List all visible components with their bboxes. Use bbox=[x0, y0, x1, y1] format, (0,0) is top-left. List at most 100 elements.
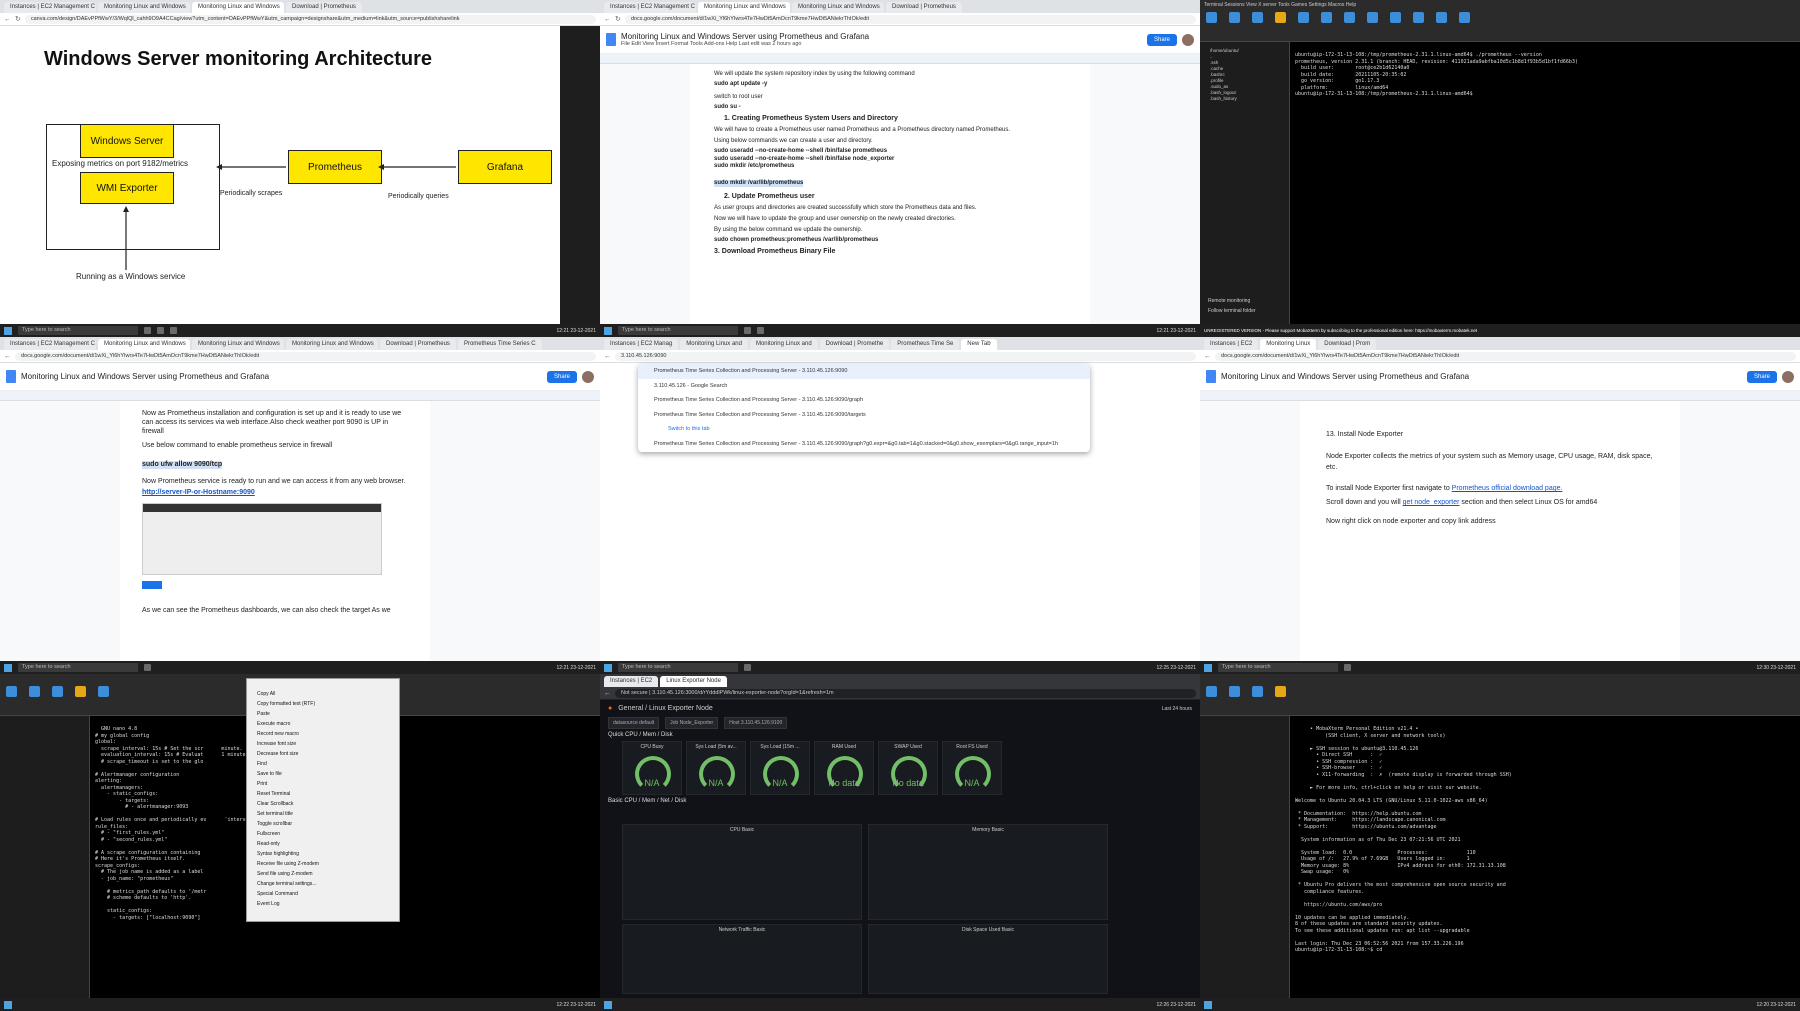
context-menu-item[interactable]: Record new macro bbox=[247, 729, 399, 739]
datasource-select[interactable]: datasource default bbox=[608, 717, 660, 729]
tab[interactable]: Download | Prometheus bbox=[380, 339, 456, 350]
url-field[interactable]: canva.com/design/DAEvPPfWwY/3/WqlQl_cahh… bbox=[24, 14, 596, 24]
sidebar-file[interactable]: .bash_history bbox=[1200, 96, 1289, 102]
unregistered-banner[interactable]: UNREGISTERED VERSION - Please support Mo… bbox=[1204, 328, 1477, 333]
games-icon[interactable] bbox=[1275, 686, 1286, 697]
taskbar-app-icon[interactable] bbox=[144, 664, 151, 671]
share-button[interactable]: Share bbox=[1146, 33, 1177, 46]
doc-link[interactable]: http://server-IP-or-Hostname:9090 bbox=[142, 489, 408, 497]
windows-start-icon[interactable] bbox=[1204, 663, 1212, 672]
tab[interactable]: Monitoring Linux and Windows bbox=[698, 2, 790, 13]
windows-start-icon[interactable] bbox=[1204, 1000, 1212, 1009]
tab[interactable]: Download | Prom bbox=[1318, 339, 1377, 350]
context-menu-item[interactable]: Set terminal title bbox=[247, 809, 399, 819]
windows-start-icon[interactable] bbox=[604, 326, 612, 335]
windows-start-icon[interactable] bbox=[4, 1000, 12, 1009]
tab[interactable]: Monitoring Linux and Windows bbox=[792, 2, 884, 13]
tab[interactable]: Monitoring Linux and bbox=[749, 339, 818, 350]
omnibox-suggestion[interactable]: Prometheus Time Series Collection and Pr… bbox=[638, 393, 1090, 408]
tunneling-icon[interactable] bbox=[1390, 12, 1401, 23]
disk-panel[interactable]: Disk Space Used Basic bbox=[868, 924, 1108, 994]
session-icon[interactable] bbox=[1206, 686, 1217, 697]
url-field[interactable]: docs.google.com/document/d/1wXi_Yl6hYIwr… bbox=[624, 14, 1196, 24]
moba-menu[interactable]: Terminal Sessions View X server Tools Ga… bbox=[1200, 0, 1800, 10]
context-menu-item[interactable]: Special Command bbox=[247, 889, 399, 899]
network-panel[interactable]: Network Traffic Basic bbox=[622, 924, 862, 994]
tab[interactable]: Instances | EC2 Manag bbox=[604, 339, 679, 350]
context-menu-item[interactable]: Paste bbox=[247, 709, 399, 719]
windows-start-icon[interactable] bbox=[4, 663, 12, 672]
docs-toolbar[interactable] bbox=[1200, 391, 1800, 401]
reload-icon[interactable]: ↻ bbox=[15, 15, 21, 23]
context-menu-item[interactable]: Copy formatted text (RTF) bbox=[247, 699, 399, 709]
tab[interactable]: Monitoring Linux bbox=[1260, 339, 1317, 350]
memory-basic-panel[interactable]: Memory Basic bbox=[868, 824, 1108, 920]
doc-page[interactable]: 13. Install Node Exporter Node Exporter … bbox=[1300, 401, 1680, 661]
tab[interactable]: Download | Prometheus bbox=[286, 2, 362, 13]
help-icon[interactable] bbox=[1459, 12, 1470, 23]
tab[interactable]: Instances | EC2 Management C bbox=[4, 339, 96, 350]
gauge-panel[interactable]: RAM Used No data bbox=[814, 741, 874, 795]
row-basic[interactable]: Basic CPU / Mem / Net / Disk bbox=[600, 795, 1200, 807]
tab[interactable]: Instances | EC2 Management C bbox=[4, 2, 96, 13]
context-menu-item[interactable]: Syntax highlighting bbox=[247, 849, 399, 859]
switch-tab-button[interactable]: Switch to this tab bbox=[638, 422, 1090, 437]
url-field[interactable]: docs.google.com/document/d/1wXi_Yl6hYIwr… bbox=[15, 351, 596, 361]
gauge-panel[interactable]: Root FS Used N/A bbox=[942, 741, 1002, 795]
share-button[interactable]: Share bbox=[1746, 370, 1777, 383]
back-icon[interactable]: ← bbox=[4, 353, 11, 360]
taskbar-search[interactable]: Type here to search bbox=[618, 326, 738, 335]
tab[interactable]: Linux Exporter Node bbox=[660, 676, 727, 687]
context-menu-item[interactable]: Print bbox=[247, 779, 399, 789]
omnibox-suggestion[interactable]: 3.110.45.126 - Google Search bbox=[638, 379, 1090, 394]
doc-page[interactable]: We will update the system repository ind… bbox=[690, 64, 1090, 324]
gauge-panel[interactable]: Sys Load (15m ... N/A bbox=[750, 741, 810, 795]
servers-icon[interactable] bbox=[1229, 686, 1240, 697]
tab[interactable]: Prometheus Time Series C bbox=[457, 339, 542, 350]
omnibox-suggestion[interactable]: Prometheus Time Series Collection and Pr… bbox=[638, 408, 1090, 423]
servers-icon[interactable] bbox=[1229, 12, 1240, 23]
omnibox-suggestion[interactable]: Prometheus Time Series Collection and Pr… bbox=[638, 364, 1090, 379]
grafana-logo-icon[interactable]: ● bbox=[608, 705, 612, 712]
gauge-panel[interactable]: Sys Load (5m av... N/A bbox=[686, 741, 746, 795]
doc-title[interactable]: Monitoring Linux and Windows Server usin… bbox=[21, 372, 269, 381]
avatar[interactable] bbox=[1782, 370, 1794, 383]
view-icon[interactable] bbox=[1321, 12, 1332, 23]
url-field[interactable]: 3.110.45.126:9090 bbox=[615, 351, 1196, 361]
avatar[interactable] bbox=[582, 370, 594, 383]
context-menu-item[interactable]: Toggle scrollbar bbox=[247, 819, 399, 829]
context-menu-item[interactable]: Decrease font size bbox=[247, 749, 399, 759]
sessions-icon[interactable] bbox=[98, 686, 109, 697]
taskbar-app-icon[interactable] bbox=[157, 327, 164, 334]
tab[interactable]: Monitoring Linux and Windows bbox=[98, 339, 190, 350]
doc-title[interactable]: Monitoring Linux and Windows Server usin… bbox=[621, 32, 869, 41]
docs-toolbar[interactable] bbox=[600, 54, 1200, 64]
back-icon[interactable]: ← bbox=[1204, 353, 1211, 360]
packages-icon[interactable] bbox=[1413, 12, 1424, 23]
back-icon[interactable]: ← bbox=[604, 16, 611, 23]
follow-folder-checkbox[interactable]: Follow terminal folder bbox=[1208, 308, 1256, 314]
taskbar-app-icon[interactable] bbox=[744, 327, 751, 334]
reload-icon[interactable]: ↻ bbox=[615, 15, 621, 23]
context-menu-item[interactable]: Event Log bbox=[247, 899, 399, 909]
tab[interactable]: Monitoring Linux and Windows bbox=[98, 2, 190, 13]
cpu-basic-panel[interactable]: CPU Basic bbox=[622, 824, 862, 920]
windows-start-icon[interactable] bbox=[604, 1000, 612, 1009]
gauge-panel[interactable]: CPU Busy N/A bbox=[622, 741, 682, 795]
tab[interactable]: Instances | EC2 Management C bbox=[604, 2, 696, 13]
taskbar-search[interactable]: Type here to search bbox=[618, 663, 738, 672]
split-icon[interactable] bbox=[1344, 12, 1355, 23]
windows-start-icon[interactable] bbox=[4, 326, 12, 335]
terminal-output[interactable]: • MobaXterm Personal Edition v21.4 • (SS… bbox=[1292, 724, 1800, 998]
tab[interactable]: Instances | EC2 bbox=[1204, 339, 1259, 350]
remote-monitoring-toggle[interactable]: Remote monitoring bbox=[1208, 298, 1250, 304]
tools-icon[interactable] bbox=[1252, 686, 1263, 697]
context-menu-item[interactable]: Save to file bbox=[247, 769, 399, 779]
session-icon[interactable] bbox=[6, 686, 17, 697]
job-select[interactable]: Job Node_Exporter bbox=[665, 717, 719, 729]
tab[interactable]: New Tab bbox=[961, 339, 997, 350]
omnibox-suggestion[interactable]: Prometheus Time Series Collection and Pr… bbox=[638, 437, 1090, 452]
tab[interactable]: Monitoring Linux and Windows bbox=[192, 2, 284, 13]
taskbar-app-icon[interactable] bbox=[1344, 664, 1351, 671]
context-menu-item[interactable]: Execute macro bbox=[247, 719, 399, 729]
